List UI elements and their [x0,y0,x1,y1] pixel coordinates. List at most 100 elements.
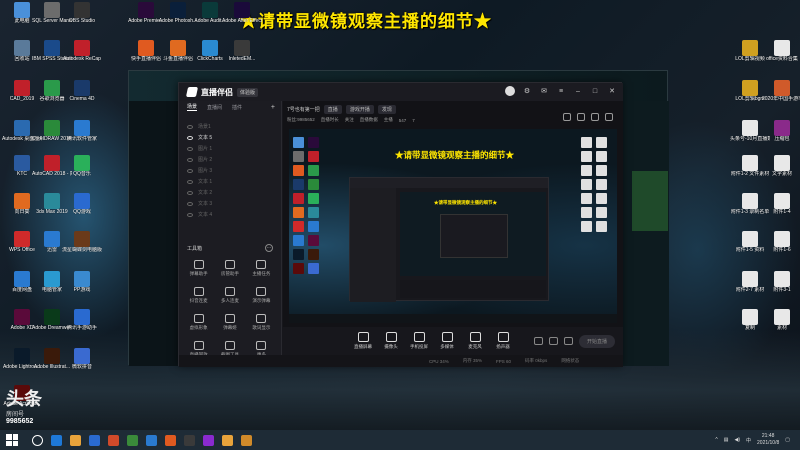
eye-icon[interactable] [548,337,558,345]
wechat-icon[interactable] [127,434,138,446]
scene-item[interactable]: 图片 2 [179,154,281,165]
desktop-icon[interactable]: 腾讯手游助手 [64,309,100,339]
tab-plugin[interactable]: 插件 [232,104,242,111]
desktop-file-icon[interactable]: 附件1-3 录制名单 [731,193,769,223]
desktop-icon[interactable]: 斗鱼直播伴侣 [160,40,196,70]
toolbox-item[interactable]: 虚拟形象 [183,314,214,331]
record-icon[interactable] [577,113,585,121]
system-clock[interactable]: 21:48 2021/10/8 [757,433,779,447]
streaming-app-window[interactable]: 直播伴侣 体验版 ⚙ ✉ ≡ – □ ✕ 场景 直播间 插件 + 场景1 文本 5… [178,82,623,367]
desktop-file-icon[interactable]: 素材 [764,309,800,339]
desktop-file-icon[interactable]: 附件2-7 素材 [732,271,768,301]
toolbox-item[interactable]: 抖音连麦 [183,287,214,304]
minimize-icon[interactable]: – [573,86,583,96]
scene-item[interactable]: 图片 1 [179,143,281,154]
user-avatar[interactable] [505,86,515,96]
desktop-icon[interactable]: ClickCharts [192,40,228,70]
close-icon[interactable]: ✕ [607,86,617,96]
tab-room[interactable]: 直播间 [207,104,222,111]
scene-item[interactable]: 文本 3 [179,198,281,209]
desktop-file-icon[interactable]: 附件3-1 [764,271,800,301]
scene-item[interactable]: 文本 2 [179,187,281,198]
visibility-eye-icon[interactable] [187,135,193,140]
desktop-file-icon[interactable]: office资料合集 [764,40,800,70]
desktop-icon[interactable]: Autodesk ReCap [63,40,101,70]
desktop-icon[interactable]: Adobe After Effects CC [222,2,262,32]
source-button[interactable]: 直播屏幕 [349,332,377,350]
desktop-file-icon[interactable]: 附件1-4 [764,193,800,223]
visibility-eye-icon[interactable] [187,212,193,217]
stream-canvas[interactable]: ★请带显微镜观察主播的细节★ ★请带显微镜观察主播的细节★ [289,129,617,323]
live-chip[interactable]: 直播 [323,105,342,114]
streaming-app-icon[interactable] [241,434,252,446]
desktop-icon[interactable]: 流星蝴蝶剑电脑版 [62,231,102,261]
toolbox-item[interactable]: 多人连麦 [214,287,245,304]
settings-icon[interactable]: ⚙ [522,86,532,96]
desktop-file-icon[interactable]: 附件1-5 资料 [732,231,768,261]
desktop-file-icon[interactable]: 文字素材 [764,155,800,185]
desktop-file-icon[interactable]: 2020年中国手游市场分析PPT [762,80,800,110]
desktop-file-icon[interactable]: 头条号-10月直播数据 [730,120,770,150]
desktop-file-icon[interactable]: LOL剪辑bgm [732,80,768,110]
obs-icon[interactable] [184,434,195,446]
visibility-eye-icon[interactable] [187,168,193,173]
desktop-icon[interactable]: QQ游戏 [64,193,100,223]
visibility-eye-icon[interactable] [187,124,193,129]
toolbox-item[interactable]: 弹幕姬 [214,314,245,331]
visibility-eye-icon[interactable] [187,146,193,151]
maximize-icon[interactable]: □ [590,86,600,96]
scene-item[interactable]: 文本 5 [179,132,281,143]
desktop-file-icon[interactable]: 附件1-6 [764,231,800,261]
toolbox-item[interactable]: 主播任务 [246,260,277,277]
edge-icon[interactable] [51,434,62,446]
start-button[interactable] [6,434,18,446]
desktop-icon[interactable]: Adobe Premie... [128,2,164,32]
desktop-file-icon[interactable]: 复制 [732,309,768,339]
layout-icon[interactable] [591,113,599,121]
scene-item[interactable]: 文本 4 [179,209,281,220]
tray-up-icon[interactable]: ^ [715,437,717,443]
source-button[interactable]: 摄像头 [377,332,405,350]
desktop-file-icon[interactable]: 附件1-2 文件素材 [731,155,769,185]
visibility-eye-icon[interactable] [187,190,193,195]
folder-icon[interactable] [70,434,81,446]
qq-icon[interactable] [146,434,157,446]
desktop-icon[interactable]: OBS Studio [64,2,100,32]
toolbox-item[interactable]: 歌词显示 [246,314,277,331]
desktop-icon[interactable]: Adobe Photosh... [159,2,197,32]
desktop-file-icon[interactable]: LOL剪辑视频 [732,40,768,70]
scene-item[interactable]: 文本 1 [179,176,281,187]
menu-icon[interactable]: ≡ [556,86,566,96]
desktop-icon[interactable]: 快手直播伴侣 [128,40,164,70]
desktop-icon[interactable]: 微软拼音 [64,348,100,378]
network-icon[interactable]: ▤ [724,437,729,443]
app-titlebar[interactable]: 直播伴侣 体验版 ⚙ ✉ ≡ – □ ✕ [179,83,623,101]
desktop-icon[interactable]: PP游戏 [64,271,100,301]
source-button[interactable]: 扬声器 [489,332,517,350]
chrome-icon[interactable] [108,434,119,446]
fullscreen-icon[interactable] [605,113,613,121]
screenshot-icon[interactable] [563,113,571,121]
desktop-icon[interactable]: Adobe Audit... [192,2,228,32]
stream-title[interactable]: 7号也有第一把 [287,106,320,113]
desktop-file-icon[interactable]: 压缩包 [764,120,800,150]
scene-item[interactable]: 场景1 [179,121,281,132]
desktop-icon[interactable]: InletedEM... [224,40,260,70]
visibility-eye-icon[interactable] [187,157,193,162]
kuaishou-icon[interactable] [165,434,176,446]
visibility-eye-icon[interactable] [187,179,193,184]
premiere-icon[interactable] [203,434,214,446]
camera-toggle-icon[interactable] [533,337,543,345]
toolbox-item[interactable]: 演示弹幕 [246,287,277,304]
tab-scene[interactable]: 场景 [187,103,198,111]
visibility-eye-icon[interactable] [187,201,193,206]
volume-icon[interactable]: ◀) [734,437,740,443]
toolbox-item[interactable]: 弹幕助手 [183,260,214,277]
gear-icon[interactable] [563,337,573,345]
search-icon[interactable] [32,434,43,446]
message-icon[interactable]: ✉ [539,86,549,96]
add-scene-icon[interactable]: + [271,104,275,111]
start-live-button[interactable]: 开始直播 [578,334,615,348]
source-button[interactable]: 麦克风 [461,332,489,350]
desktop-icon[interactable]: QQ音乐 [64,155,100,185]
